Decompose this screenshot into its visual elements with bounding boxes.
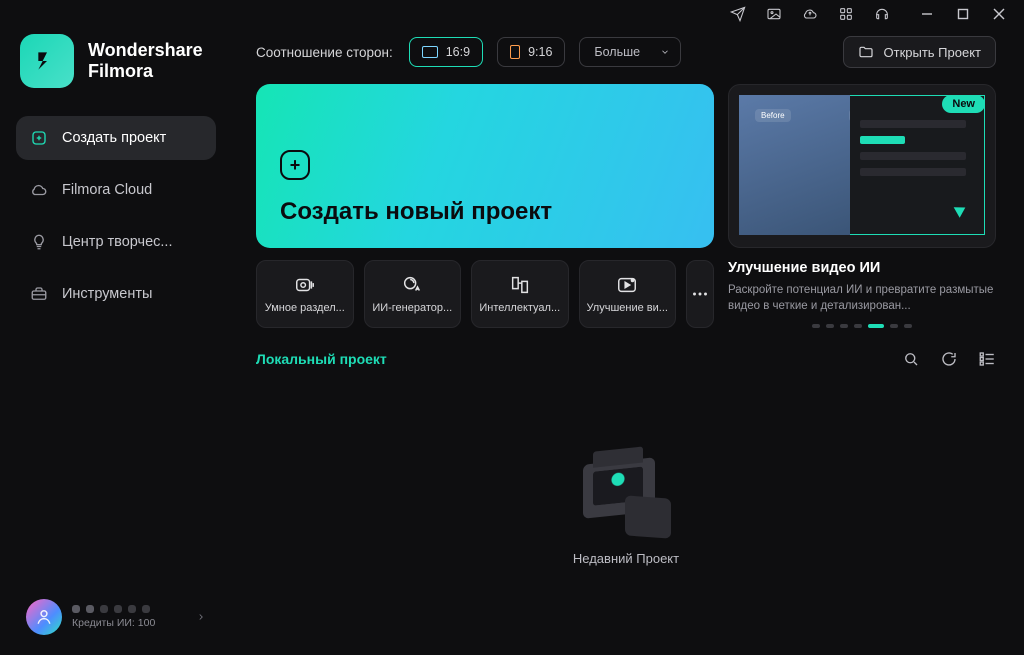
- ai-generator-icon: [401, 274, 423, 296]
- titlebar: [0, 0, 1024, 28]
- user-status-dots: [72, 605, 186, 613]
- user-meta: Кредиты ИИ: 100: [72, 605, 186, 629]
- enhance-icon: [616, 274, 638, 296]
- promo-before-label: Before: [755, 109, 791, 122]
- hero-row: + Создать новый проект Умное раздел... И…: [256, 84, 996, 328]
- open-project-button[interactable]: Открыть Проект: [843, 36, 997, 68]
- list-view-icon[interactable]: [978, 350, 996, 368]
- apps-icon[interactable]: [838, 6, 854, 22]
- sidebar-item-label: Filmora Cloud: [62, 182, 152, 198]
- dots-icon: [689, 283, 711, 305]
- topbar: Соотношение сторон: 16:9 9:16 Больше Отк…: [256, 36, 996, 68]
- window-controls: [920, 7, 1006, 21]
- brand-line1: Wondershare: [88, 40, 203, 61]
- chevron-down-icon: [660, 47, 670, 57]
- aspect-ratio-label: Соотношение сторон:: [256, 45, 393, 60]
- brand-line2: Filmora: [88, 61, 203, 82]
- toolbox-icon: [30, 285, 48, 303]
- open-project-text: Открыть Проект: [884, 45, 982, 60]
- landscape-ratio-icon: [422, 46, 438, 58]
- smart-split-icon: [294, 274, 316, 296]
- promo-pagination[interactable]: [728, 324, 996, 328]
- headphones-icon[interactable]: [874, 6, 890, 22]
- promo-description: Раскройте потенциал ИИ и превратите разм…: [728, 282, 996, 314]
- folder-icon: [858, 44, 874, 60]
- sidebar-item-cloud[interactable]: Filmora Cloud: [16, 168, 216, 212]
- logo-text: Wondershare Filmora: [88, 40, 203, 81]
- cutout-icon: [509, 274, 531, 296]
- sidebar: Wondershare Filmora Создать проект Filmo…: [0, 28, 232, 655]
- bulb-icon: [30, 233, 48, 251]
- sidebar-item-tools[interactable]: Инструменты: [16, 272, 216, 316]
- sidebar-item-label: Центр творчес...: [62, 234, 172, 250]
- sidebar-nav: Создать проект Filmora Cloud Центр творч…: [16, 116, 216, 316]
- chevron-right-icon: [196, 612, 206, 622]
- quick-tools-row: Умное раздел... ИИ-генератор... Интеллек…: [256, 260, 714, 328]
- tool-smart-split[interactable]: Умное раздел...: [256, 260, 354, 328]
- recent-projects-empty: Недавний Проект: [256, 368, 996, 655]
- tool-ai-generator[interactable]: ИИ-генератор...: [364, 260, 462, 328]
- tool-label: ИИ-генератор...: [372, 302, 452, 314]
- more-text: Больше: [594, 45, 640, 59]
- empty-box-icon: [581, 457, 671, 537]
- aspect-9-16-text: 9:16: [528, 45, 552, 59]
- tool-label: Улучшение ви...: [587, 302, 668, 314]
- sidebar-item-label: Инструменты: [62, 286, 152, 302]
- promo-title: Улучшение видео ИИ: [728, 260, 996, 276]
- maximize-icon[interactable]: [956, 7, 970, 21]
- tool-video-enhance[interactable]: Улучшение ви...: [579, 260, 677, 328]
- tab-local-project[interactable]: Локальный проект: [256, 351, 387, 367]
- tabs-row: Локальный проект: [256, 350, 996, 368]
- promo-image[interactable]: Before After New: [728, 84, 996, 248]
- tool-label: Умное раздел...: [265, 302, 345, 314]
- main-area: Соотношение сторон: 16:9 9:16 Больше Отк…: [232, 28, 1024, 655]
- ai-credits-label: Кредиты ИИ: 100: [72, 617, 186, 629]
- app-logo: Wondershare Filmora: [16, 32, 216, 116]
- sidebar-item-creative[interactable]: Центр творчес...: [16, 220, 216, 264]
- logo-mark-icon: [20, 34, 74, 88]
- hero-column: + Создать новый проект Умное раздел... И…: [256, 84, 714, 328]
- sidebar-item-label: Создать проект: [62, 130, 166, 146]
- tool-more-button[interactable]: [686, 260, 714, 328]
- aspect-16-9-text: 16:9: [446, 45, 470, 59]
- aspect-16-9-button[interactable]: 16:9: [409, 37, 483, 67]
- portrait-ratio-icon: [510, 45, 520, 59]
- tool-smart-cutout[interactable]: Интеллектуал...: [471, 260, 569, 328]
- refresh-icon[interactable]: [940, 350, 958, 368]
- sidebar-item-create[interactable]: Создать проект: [16, 116, 216, 160]
- new-project-title: Создать новый проект: [280, 198, 690, 226]
- titlebar-quick-icons: [730, 6, 890, 22]
- close-icon[interactable]: [992, 7, 1006, 21]
- promo-panel: Before After New Улучшение видео ИИ Раск…: [728, 84, 996, 328]
- search-icon[interactable]: [902, 350, 920, 368]
- aspect-more-button[interactable]: Больше: [579, 37, 681, 67]
- tool-label: Интеллектуал...: [479, 302, 560, 314]
- user-chip[interactable]: Кредиты ИИ: 100: [16, 593, 216, 641]
- cloud-upload-icon[interactable]: [802, 6, 818, 22]
- cursor-icon: [954, 202, 969, 217]
- plus-icon: +: [280, 150, 310, 180]
- recent-label: Недавний Проект: [573, 551, 679, 566]
- send-icon[interactable]: [730, 6, 746, 22]
- minimize-icon[interactable]: [920, 7, 934, 21]
- avatar: [26, 599, 62, 635]
- image-icon[interactable]: [766, 6, 782, 22]
- plus-square-icon: [30, 129, 48, 147]
- cloud-icon: [30, 181, 48, 199]
- new-project-card[interactable]: + Создать новый проект: [256, 84, 714, 248]
- new-badge: New: [942, 95, 985, 113]
- aspect-9-16-button[interactable]: 9:16: [497, 37, 565, 67]
